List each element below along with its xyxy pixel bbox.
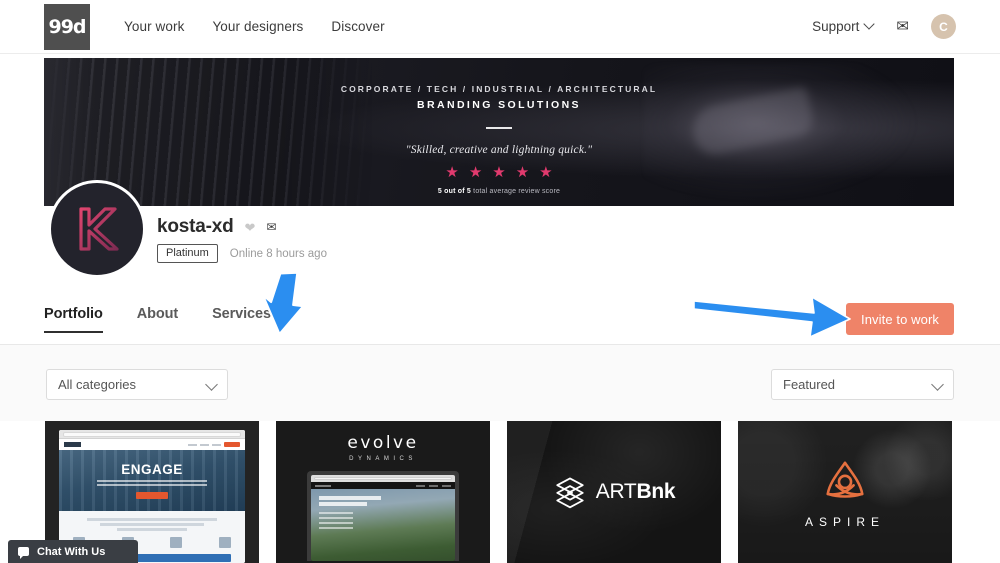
browser-chrome: [59, 430, 245, 439]
profile-cover-banner: CORPORATE / TECH / INDUSTRIAL / ARCHITEC…: [44, 58, 954, 206]
speech-bubble-icon: [18, 547, 29, 559]
designer-username: kosta-xd: [157, 216, 234, 237]
tab-about[interactable]: About: [137, 306, 178, 333]
nav-right-cluster: Support ✉ C: [812, 14, 956, 39]
banner-quote: "Skilled, creative and lightning quick.": [405, 143, 593, 156]
review-score-caption: total average review score: [471, 187, 561, 195]
portfolio-card-artbnk[interactable]: ARTBnk: [507, 421, 721, 563]
mock-site-nav: [59, 439, 245, 450]
tab-portfolio[interactable]: Portfolio: [44, 306, 103, 333]
profile-name-row: kosta-xd ❤ ✉: [157, 216, 277, 238]
nav-link-your-work[interactable]: Your work: [124, 19, 184, 34]
artbnk-lockup: ARTBnk: [553, 475, 676, 509]
sort-value: Featured: [783, 377, 836, 392]
star-icon: ★: [445, 163, 459, 181]
envelope-icon[interactable]: ✉: [896, 19, 909, 34]
review-score-text: 5 out of 5 total average review score: [438, 188, 560, 195]
portfolio-card-title: ARTBnk: [595, 480, 676, 503]
invite-to-work-button[interactable]: Invite to work: [846, 303, 954, 335]
mock-hero-button: [136, 492, 168, 499]
nav-link-discover[interactable]: Discover: [331, 19, 384, 34]
kosta-xd-logo-icon: [79, 207, 119, 251]
mock-site-logo: [64, 442, 81, 447]
star-icon: ★: [539, 163, 553, 181]
portfolio-grid: ENGAGE evolve DYNAMICS ARTBnk ASPIRE: [45, 421, 957, 563]
category-filter-value: All categories: [58, 377, 137, 392]
mock-hero: ENGAGE: [59, 450, 245, 511]
profile-tabs: Portfolio About Services: [44, 306, 271, 333]
mock-line: [117, 528, 187, 531]
portfolio-card-aspire[interactable]: ASPIRE: [738, 421, 952, 563]
site-logo-99designs[interactable]: 99d: [44, 3, 90, 50]
annotation-arrow-to-invite-button: [693, 296, 851, 338]
designer-avatar[interactable]: [48, 180, 146, 278]
review-score-value: 5 out of 5: [437, 187, 472, 195]
star-icon: ★: [515, 163, 530, 181]
portfolio-card-title: ENGAGE: [121, 462, 183, 477]
chevron-down-icon: [206, 380, 216, 390]
rating-stars: ★ ★ ★ ★ ★: [445, 165, 552, 180]
hexagon-layers-icon: [556, 477, 584, 509]
banner-rule: [486, 127, 512, 129]
designer-profile-page: 99d Your work Your designers Discover Su…: [0, 0, 1000, 563]
nav-link-your-designers[interactable]: Your designers: [212, 19, 303, 34]
mock-landscape-hero: [311, 489, 455, 561]
category-filter-dropdown[interactable]: All categories: [46, 369, 228, 400]
laptop-mockup: [307, 471, 459, 561]
chevron-down-icon: [932, 380, 942, 390]
heart-icon[interactable]: ❤: [245, 221, 256, 234]
chat-label: Chat With Us: [37, 545, 106, 558]
mock-line: [87, 518, 217, 521]
laptop-screen: [311, 475, 455, 561]
primary-nav-links: Your work Your designers Discover: [124, 19, 385, 34]
support-label: Support: [812, 19, 860, 34]
chat-with-us-widget[interactable]: Chat With Us: [8, 540, 138, 563]
browser-url-bar: [63, 431, 241, 437]
banner-content: CORPORATE / TECH / INDUSTRIAL / ARCHITEC…: [44, 58, 954, 206]
triquetra-knot-icon: [826, 461, 864, 498]
star-icon: ★: [492, 163, 506, 181]
message-envelope-icon[interactable]: ✉: [266, 221, 276, 233]
mock-cta-button: [224, 442, 240, 447]
portfolio-card-evolve[interactable]: evolve DYNAMICS: [276, 421, 490, 563]
sort-dropdown[interactable]: Featured: [771, 369, 954, 400]
mock-hero-text: [97, 480, 207, 487]
mock-line: [99, 523, 205, 526]
portfolio-card-title: evolve: [347, 433, 419, 453]
support-menu[interactable]: Support: [812, 19, 874, 34]
mock-site-nav: [311, 482, 455, 489]
portfolio-card-title: ASPIRE: [804, 514, 885, 529]
chevron-down-icon: [865, 20, 874, 29]
profile-meta-row: Platinum Online 8 hours ago: [157, 244, 327, 263]
user-avatar[interactable]: C: [931, 14, 956, 39]
mock-hero-text: [319, 496, 381, 532]
mock-nav-links: [188, 442, 240, 447]
tab-services[interactable]: Services: [212, 306, 271, 333]
browser-chrome: [311, 475, 455, 482]
banner-eyebrow: CORPORATE / TECH / INDUSTRIAL / ARCHITEC…: [340, 84, 658, 94]
status-badge: Platinum: [157, 244, 218, 263]
portfolio-card-subtitle: DYNAMICS: [349, 456, 417, 462]
online-status-text: Online 8 hours ago: [229, 247, 327, 260]
star-icon: ★: [468, 163, 483, 181]
banner-title: BRANDING SOLUTIONS: [417, 99, 581, 111]
top-navigation-bar: 99d Your work Your designers Discover Su…: [0, 0, 1000, 54]
